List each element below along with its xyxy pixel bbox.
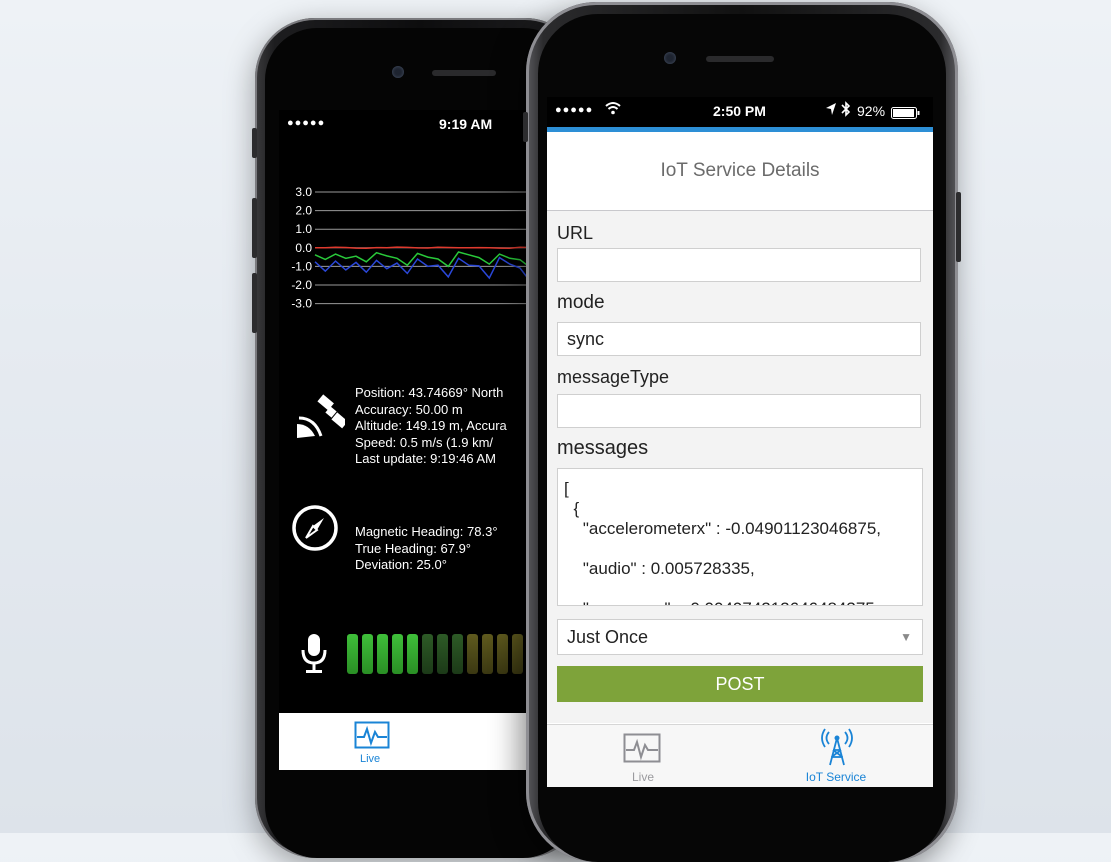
message-type-label: messageType — [557, 367, 670, 387]
status-bar: ●●●●● 2:50 PM 92% — [547, 97, 933, 127]
audio-level-bar — [467, 634, 478, 674]
volume-down-button — [252, 273, 257, 333]
audio-level-bar — [482, 634, 493, 674]
audio-level-bar — [407, 634, 418, 674]
audio-level-bar — [392, 634, 403, 674]
frequency-select-value: Just Once — [567, 627, 649, 647]
url-label: URL — [557, 223, 594, 243]
chart-y-tick-label: -1.0 — [291, 259, 312, 273]
page-title: IoT Service Details — [660, 160, 820, 181]
chart-y-tick-label: 1.0 — [295, 222, 312, 236]
satellite-icon — [293, 392, 348, 445]
sensor-chart: 3.0 2.0 1.0 0.0 -1.0 -2.0 -3.0 — [291, 185, 561, 310]
mode-input[interactable]: sync — [557, 322, 921, 356]
dropdown-arrow-icon: ▼ — [900, 630, 912, 644]
back-tab-bar: Live — [279, 713, 561, 770]
mute-switch — [523, 112, 528, 142]
chart-series-line — [315, 246, 551, 250]
microphone-icon — [299, 632, 329, 679]
post-button[interactable]: POST — [557, 666, 923, 702]
earpiece-speaker — [432, 70, 496, 76]
magnetic-heading-text: Magnetic Heading: 78.3° — [355, 524, 498, 539]
tab-live[interactable]: Live — [603, 725, 683, 787]
tab-bar: Live IoT Service — [547, 724, 933, 787]
audio-level-bar — [497, 634, 508, 674]
bluetooth-icon — [841, 101, 851, 120]
heading-info: Magnetic Heading: 78.3° True Heading: 67… — [355, 524, 498, 574]
altitude-text: Altitude: 149.19 m, Accura — [355, 418, 507, 433]
battery-percent: 92% — [857, 103, 886, 119]
front-camera — [664, 52, 676, 64]
power-button — [956, 192, 961, 262]
url-input[interactable] — [557, 248, 921, 282]
back-phone-screen: ●●●●● 9:19 AM 3.0 2.0 1.0 0.0 -1.0 -2.0 -3.0 P… — [279, 110, 561, 770]
signal-strength: ●●●●● — [555, 104, 594, 116]
live-tab-label[interactable]: Live — [360, 753, 380, 765]
mode-label: mode — [557, 292, 605, 313]
chart-series-line — [314, 256, 552, 283]
messages-textarea[interactable]: [ { "accelerometerx" : -0.04901123046875… — [557, 468, 923, 606]
battery-icon — [891, 106, 921, 122]
front-camera — [392, 66, 404, 78]
position-text: Position: 43.74669° North — [355, 385, 504, 400]
message-type-input[interactable] — [557, 394, 921, 428]
service-form: URL mode sync messageType messages [ { "… — [547, 211, 933, 723]
chart-y-tick-label: 3.0 — [295, 185, 312, 199]
location-arrow-icon — [825, 102, 837, 119]
antenna-tower-icon — [821, 728, 853, 771]
tab-live-label: Live — [631, 770, 654, 784]
mute-switch — [252, 128, 257, 158]
tab-iot-service-label: IoT Service — [805, 770, 867, 784]
navigation-bar: IoT Service Details — [547, 132, 933, 211]
location-info: Position: 43.74669° North Accuracy: 50.0… — [355, 385, 507, 468]
tab-iot-service[interactable]: IoT Service — [791, 725, 881, 787]
last-update-text: Last update: 9:19:46 AM — [355, 451, 496, 466]
status-time: 2:50 PM — [713, 103, 766, 119]
signal-strength: ●●●●● — [287, 117, 326, 129]
audio-level-bar — [422, 634, 433, 674]
audio-level-bar — [347, 634, 358, 674]
chart-y-tick-label: -3.0 — [291, 297, 312, 310]
audio-level-bar — [437, 634, 448, 674]
chart-y-tick-label: -2.0 — [291, 278, 312, 292]
live-tab-icon[interactable] — [354, 721, 390, 754]
deviation-text: Deviation: 25.0° — [355, 557, 447, 572]
live-tab-icon — [623, 733, 661, 768]
front-phone-screen: ●●●●● 2:50 PM 92% IoT Service Details UR… — [547, 97, 933, 787]
chart-y-tick-label: 0.0 — [295, 241, 312, 255]
chart-y-tick-label: 2.0 — [295, 204, 312, 218]
compass-icon — [291, 504, 339, 557]
audio-level-bar — [362, 634, 373, 674]
audio-level-bar — [512, 634, 523, 674]
front-phone: ●●●●● 2:50 PM 92% IoT Service Details UR… — [523, 2, 961, 862]
speed-text: Speed: 0.5 m/s (1.9 km/ — [355, 434, 494, 450]
audio-level-bar — [452, 634, 463, 674]
earpiece-speaker — [706, 56, 774, 62]
messages-label: messages — [557, 437, 649, 459]
true-heading-text: True Heading: 67.9° — [355, 540, 472, 556]
wifi-icon — [605, 101, 621, 118]
volume-up-button — [252, 198, 257, 258]
frequency-select[interactable]: Just Once ▼ — [557, 619, 923, 655]
status-time: 9:19 AM — [439, 116, 493, 132]
accuracy-text: Accuracy: 50.00 m — [355, 401, 463, 417]
audio-level-bar — [377, 634, 388, 674]
